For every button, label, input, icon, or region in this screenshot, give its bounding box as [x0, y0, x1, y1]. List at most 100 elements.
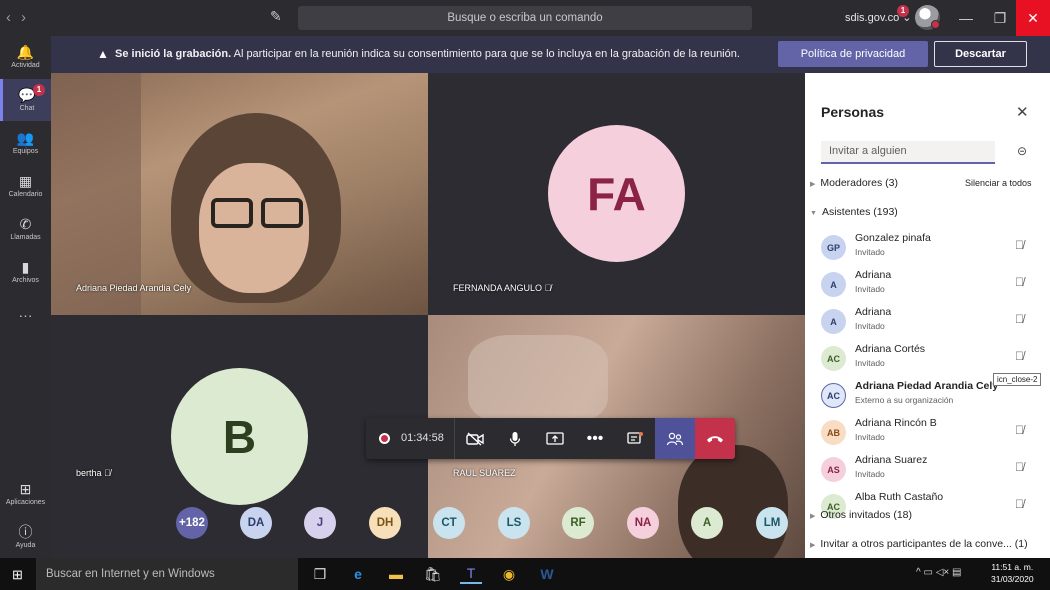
compose-icon[interactable]: ✎ [270, 8, 282, 25]
title-bar: ‹ › ✎ Busque o escriba un comando sdis.g… [0, 0, 1050, 36]
more-apps-button[interactable]: ··· [0, 294, 51, 336]
hang-up-icon [707, 435, 723, 442]
mic-off-icon[interactable]: 🎙̸ [1015, 423, 1024, 437]
participant-avatar[interactable]: J [304, 507, 336, 539]
forward-arrow-icon[interactable]: › [21, 9, 26, 26]
section-attendees[interactable]: ▼ Asistentes (193) [810, 206, 898, 218]
video-tile-fernanda[interactable]: FA FERNANDA ANGULO 🎙̸ [428, 73, 805, 315]
mute-all-button[interactable]: Silenciar a todos [965, 178, 1032, 188]
mic-off-icon[interactable]: 🎙̸ [1015, 312, 1024, 326]
show-participants-button[interactable] [655, 418, 695, 459]
appbar-label: Archivos [12, 277, 39, 284]
system-tray[interactable]: ^ ▭ ◁× ▤ [916, 567, 961, 578]
dismiss-button[interactable]: Descartar [934, 41, 1027, 67]
overflow-participants-avatar[interactable]: +182 [176, 507, 208, 539]
teams-taskbar-icon[interactable]: T [460, 564, 482, 584]
taskbar-search-box[interactable]: Buscar en Internet y en Windows [36, 558, 298, 590]
video-background [468, 335, 608, 425]
mic-off-icon[interactable]: 🎙̸ [1015, 238, 1024, 252]
section-invite-others[interactable]: ▶ Invitar a otros participantes de la con… [810, 538, 1028, 550]
maximize-button[interactable]: ❐ [983, 0, 1017, 36]
microphone-icon [509, 431, 521, 446]
attendee-avatar: AS [821, 457, 846, 482]
mic-off-icon[interactable]: 🎙̸ [1015, 497, 1024, 511]
chevron-right-icon: ▶ [810, 513, 816, 520]
privacy-policy-button[interactable]: Política de privacidad [778, 41, 928, 67]
task-view-icon[interactable]: ❒ [309, 564, 331, 584]
hang-up-button[interactable] [695, 418, 735, 459]
appbar-item-files[interactable]: ▮ Archivos [0, 251, 51, 293]
people-panel: Personas ✕ Invitar a alguien ⊝ ▶ Moderado… [805, 73, 1050, 558]
camera-toggle-button[interactable] [455, 418, 495, 459]
section-moderators[interactable]: ▶ Moderadores (3) [810, 177, 898, 189]
section-label: Invitar a otros participantes de la conv… [820, 538, 1028, 550]
command-search-box[interactable]: Busque o escriba un comando [298, 6, 752, 30]
more-actions-button[interactable]: ••• [575, 418, 615, 459]
apps-icon: ⊞ [19, 481, 32, 497]
attendee-row[interactable]: AS Adriana Suarez Invitado 🎙̸ [805, 453, 1050, 490]
share-screen-button[interactable] [535, 418, 575, 459]
edge-browser-icon[interactable]: e [347, 564, 369, 584]
appbar-item-help[interactable]: ⓘ Ayuda [0, 516, 51, 558]
attendee-row[interactable]: A Adriana Invitado 🎙̸ [805, 305, 1050, 342]
video-tile-adriana[interactable]: Adriana Piedad Arandia Cely [51, 73, 428, 315]
attendee-name: Adriana [855, 306, 892, 318]
glasses-shape [261, 198, 303, 228]
word-icon[interactable]: W [536, 564, 558, 584]
appbar-item-teams[interactable]: 👥 Equipos [0, 122, 51, 164]
participant-avatar[interactable]: DH [369, 507, 401, 539]
glasses-shape [211, 198, 253, 228]
attendee-role: Invitado [855, 284, 885, 294]
mic-off-icon[interactable]: 🎙̸ [1015, 349, 1024, 363]
file-explorer-icon[interactable]: ▬ [385, 564, 407, 584]
panel-title: Personas [821, 104, 885, 120]
section-label: Moderadores (3) [820, 177, 899, 189]
copy-link-icon[interactable]: ⊝ [1017, 144, 1027, 158]
chrome-icon[interactable]: ◉ [498, 564, 520, 584]
appbar-item-apps[interactable]: ⊞ Aplicaciones [0, 473, 51, 515]
attendee-name: Adriana Rincón B [855, 417, 937, 429]
appbar-label: Aplicaciones [5, 499, 46, 506]
chevron-down-icon: ▼ [810, 210, 817, 217]
participant-avatar[interactable]: LM [756, 507, 788, 539]
participant-avatar[interactable]: RF [562, 507, 594, 539]
mic-toggle-button[interactable] [495, 418, 535, 459]
close-panel-icon[interactable]: ✕ [1016, 103, 1029, 121]
share-screen-icon [546, 431, 564, 445]
back-arrow-icon[interactable]: ‹ [6, 9, 11, 26]
invite-someone-input[interactable]: Invitar a alguien [821, 141, 995, 164]
mic-off-icon[interactable]: 🎙̸ [1015, 275, 1024, 289]
recording-indicator-icon [379, 433, 390, 444]
chat-unread-badge: 1 [33, 84, 45, 96]
participant-avatar[interactable]: NA [627, 507, 659, 539]
participant-avatar[interactable]: A [691, 507, 723, 539]
appbar-item-activity[interactable]: 🔔 Actividad [0, 36, 51, 78]
appbar-item-calendar[interactable]: ▦ Calendario [0, 165, 51, 207]
attendee-row[interactable]: A Adriana Invitado 🎙̸ [805, 268, 1050, 305]
store-icon[interactable]: 🛍 [422, 564, 444, 584]
app-bar: 🔔 Actividad 💬 Chat 1 👥 Equipos ▦ Calenda… [0, 36, 51, 558]
participant-avatar[interactable]: CT [433, 507, 465, 539]
attendee-avatar: AC [821, 346, 846, 371]
windows-start-icon[interactable]: ⊞ [12, 567, 23, 583]
appbar-item-calls[interactable]: ✆ Llamadas [0, 208, 51, 250]
taskbar-clock[interactable]: 11:51 a. m. 31/03/2020 [991, 561, 1034, 585]
appbar-item-chat[interactable]: 💬 Chat 1 [0, 79, 51, 121]
attendee-row[interactable]: GP Gonzalez pinafa Invitado 🎙̸ [805, 231, 1050, 268]
presence-status-dot [931, 20, 940, 29]
minimize-button[interactable]: — [949, 0, 983, 36]
bell-icon: 🔔 [16, 44, 35, 60]
section-label: Otros invitados (18) [820, 509, 913, 521]
chevron-right-icon: ▶ [810, 181, 816, 188]
participant-avatar[interactable]: DA [240, 507, 272, 539]
mic-off-icon[interactable]: 🎙̸ [1015, 460, 1024, 474]
clock-time: 11:51 a. m. [991, 562, 1034, 572]
participant-avatar[interactable]: LS [498, 507, 530, 539]
close-window-button[interactable]: ✕ [1016, 0, 1050, 36]
show-conversation-button[interactable] [615, 418, 655, 459]
attendee-role: Invitado [855, 358, 885, 368]
tenant-name: sdis.gov.co [845, 12, 900, 24]
section-other-invitees[interactable]: ▶ Otros invitados (18) [810, 509, 912, 521]
attendee-row[interactable]: AB Adriana Rincón B Invitado 🎙̸ [805, 416, 1050, 453]
participant-name-label: FERNANDA ANGULO 🎙̸ [453, 283, 551, 293]
